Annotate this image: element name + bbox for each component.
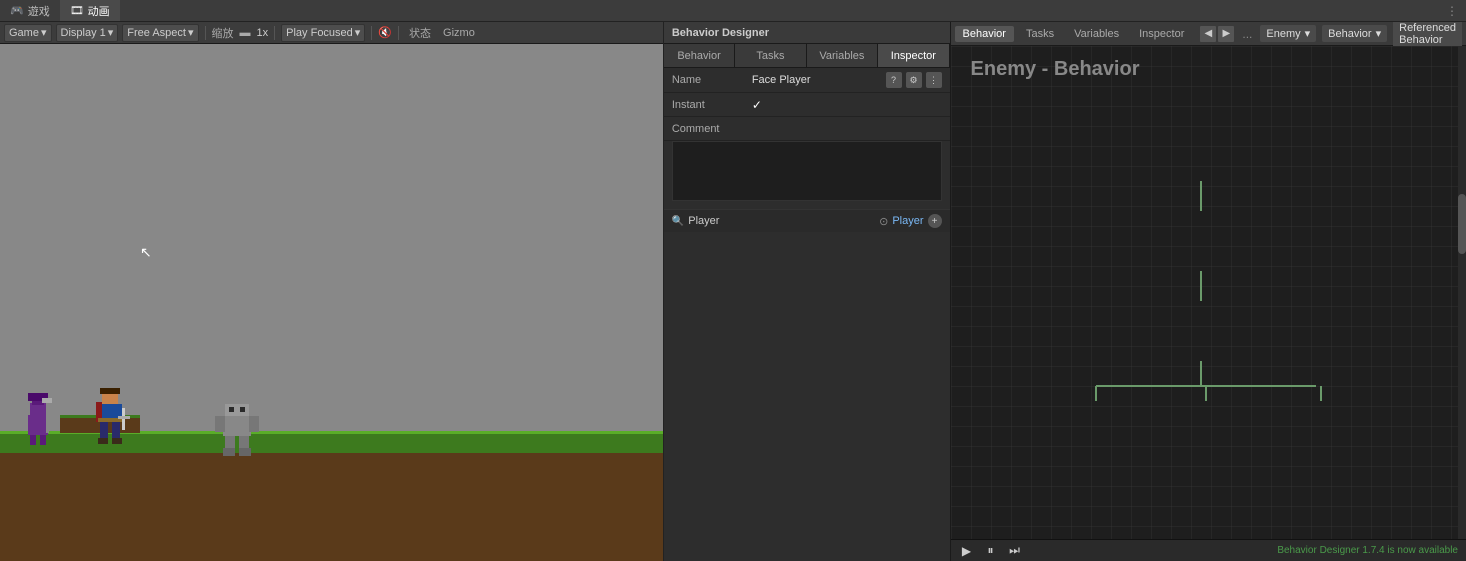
main-layout: Game ▾ Display 1 ▾ Free Aspect ▾ 缩放 ▬ 1x… <box>0 22 1466 561</box>
game-toolbar: Game ▾ Display 1 ▾ Free Aspect ▾ 缩放 ▬ 1x… <box>0 22 663 44</box>
behavior-panel: Behavior Tasks Variables Inspector ◀ ▶ .… <box>951 22 1466 561</box>
comment-row: Comment <box>664 117 950 141</box>
settings-icon-btn[interactable]: ⚙ <box>906 72 922 88</box>
tab-game[interactable]: 🎮 遊戏 <box>0 0 60 21</box>
player-value: ⊙ Player <box>879 215 923 228</box>
game-viewport: ↖ <box>0 44 663 561</box>
bd-tab-tasks[interactable]: Tasks <box>1018 26 1062 42</box>
bd-tab-inspector[interactable]: Inspector <box>1131 26 1192 42</box>
display-dropdown[interactable]: Display 1 ▾ <box>56 24 119 42</box>
tab-inspector[interactable]: Inspector <box>878 44 949 67</box>
bd-step-button[interactable]: ⏭ <box>1007 543 1023 559</box>
inspector-tabs: Behavior Tasks Variables Inspector <box>664 44 950 68</box>
bd-nav-prev[interactable]: ◀ <box>1200 26 1216 42</box>
bd-ref-behavior-selector[interactable]: Referenced Behavior <box>1393 22 1462 48</box>
tab-variables[interactable]: Variables <box>807 44 878 67</box>
anim-tab-icon: 🎞 <box>70 4 84 17</box>
bd-tree-title: Enemy - Behavior <box>971 58 1140 81</box>
behavior-designer-header: Behavior Designer <box>664 22 950 44</box>
chevron-down-icon: ▾ <box>355 26 361 39</box>
aspect-dropdown[interactable]: Free Aspect ▾ <box>122 24 198 42</box>
player-add-button[interactable]: + <box>928 214 942 228</box>
separator <box>205 26 206 40</box>
bd-canvas: Enemy - Behavior <box>951 46 1466 539</box>
bd-tab-variables[interactable]: Variables <box>1066 26 1127 42</box>
mouse-cursor: ↖ <box>140 244 152 262</box>
tab-animation[interactable]: 🎞 动画 <box>60 0 120 21</box>
play-focused-dropdown[interactable]: Play Focused ▾ <box>281 24 365 42</box>
scene-background: ↖ <box>0 44 663 561</box>
bd-entity-selector[interactable]: Enemy ▾ <box>1260 25 1316 42</box>
inspector-action-icons: ? ⚙ ⋮ <box>886 72 942 88</box>
stats-button[interactable]: 状态 <box>405 25 435 41</box>
player-row: 🔍 Player ⊙ Player + <box>664 209 950 232</box>
comment-textarea[interactable] <box>672 141 942 201</box>
platform-dirt <box>0 453 663 561</box>
bd-nav-arrows: ◀ ▶ <box>1200 26 1234 42</box>
mute-icon[interactable]: 🔇 <box>378 26 392 39</box>
chevron-down-icon: ▾ <box>188 26 194 39</box>
separator2 <box>274 26 275 40</box>
game-dropdown[interactable]: Game ▾ <box>4 24 52 42</box>
bd-update-text: Behavior Designer 1.7.4 is now available <box>1277 545 1458 556</box>
gizmos-button[interactable]: Gizmo <box>439 27 479 39</box>
inspector-content: Name Face Player ? ⚙ ⋮ Instant ✓ <box>664 68 950 561</box>
separator3 <box>371 26 372 40</box>
chevron-down-icon: ▾ <box>41 26 47 39</box>
bd-tabs: Behavior Tasks Variables Inspector ◀ ▶ .… <box>951 22 1466 46</box>
game-panel: Game ▾ Display 1 ▾ Free Aspect ▾ 缩放 ▬ 1x… <box>0 22 664 561</box>
bd-dots: ... <box>1238 27 1256 41</box>
tab-tasks[interactable]: Tasks <box>735 44 806 67</box>
player-link-icon: ⊙ <box>879 215 888 228</box>
chevron-down-icon: ▾ <box>108 26 114 39</box>
name-row: Name Face Player ? ⚙ ⋮ <box>664 68 950 93</box>
game-tab-icon: 🎮 <box>10 4 24 17</box>
more-icon-btn[interactable]: ⋮ <box>926 72 942 88</box>
search-icon: 🔍 <box>672 216 684 227</box>
bd-play-controls: ▶ ⏸ ⏭ <box>959 543 1023 559</box>
bd-behavior-selector[interactable]: Behavior ▾ <box>1322 25 1387 42</box>
help-icon-btn[interactable]: ? <box>886 72 902 88</box>
bd-tab-behavior[interactable]: Behavior <box>955 26 1014 42</box>
instant-row: Instant ✓ <box>664 93 950 117</box>
golem-character <box>215 402 259 461</box>
bd-nav-next[interactable]: ▶ <box>1218 26 1234 42</box>
bd-scrollbar[interactable] <box>1458 46 1466 539</box>
shadow-character <box>20 393 56 456</box>
bd-status-bar: ▶ ⏸ ⏭ Behavior Designer 1.7.4 is now ava… <box>951 539 1466 561</box>
tab-behavior[interactable]: Behavior <box>664 44 735 67</box>
chevron-down-icon: ▾ <box>1305 27 1311 40</box>
tab-more-button[interactable]: ⋮ <box>1438 4 1466 18</box>
bd-play-button[interactable]: ▶ <box>959 543 975 559</box>
bd-connectors-svg <box>951 46 1466 539</box>
separator4 <box>398 26 399 40</box>
chevron-down-icon: ▾ <box>1376 27 1382 40</box>
hero-character <box>90 388 130 456</box>
inspector-panel: Behavior Designer Behavior Tasks Variabl… <box>664 22 951 561</box>
bd-scrollbar-thumb[interactable] <box>1458 194 1466 254</box>
bd-pause-button[interactable]: ⏸ <box>983 543 999 559</box>
top-tab-bar: 🎮 遊戏 🎞 动画 ⋮ <box>0 0 1466 22</box>
